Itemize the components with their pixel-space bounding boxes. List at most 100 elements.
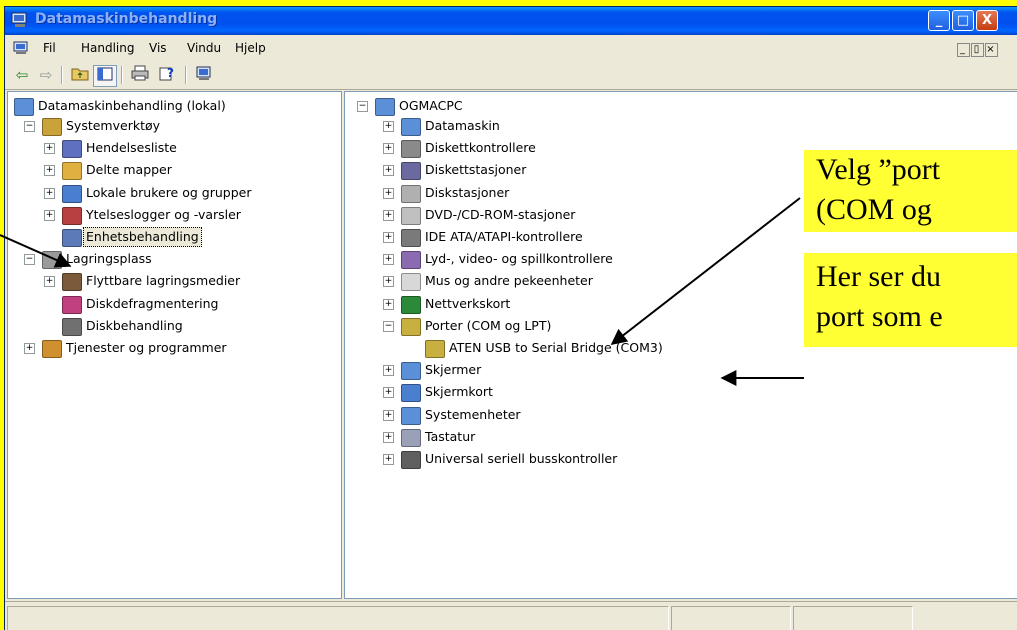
network-card-icon: [401, 296, 421, 314]
expand-icon[interactable]: +: [383, 365, 394, 376]
expand-icon[interactable]: +: [44, 276, 55, 287]
tree-node-label: Tjenester og programmer: [66, 340, 227, 355]
tree-node[interactable]: + Systemenheter: [345, 405, 1017, 425]
tree-node-label: Diskdefragmentering: [86, 296, 219, 311]
mouse-icon: [401, 273, 421, 291]
collapse-icon[interactable]: −: [24, 121, 35, 132]
tree-node-label: Tastatur: [425, 429, 476, 444]
tree-node[interactable]: + Skjermer: [345, 360, 1017, 380]
users-icon: [62, 185, 82, 203]
computer-management-icon: [11, 12, 27, 27]
close-button[interactable]: X: [976, 10, 998, 31]
expand-icon[interactable]: +: [383, 276, 394, 287]
menu-handling[interactable]: Handling: [81, 41, 135, 55]
svg-text:?: ?: [167, 66, 174, 80]
expand-icon[interactable]: +: [383, 210, 394, 221]
maximize-button[interactable]: □: [952, 10, 974, 31]
tree-node-label: Datamaskin: [425, 118, 500, 133]
tree-node-label: Universal seriell busskontroller: [425, 451, 618, 466]
monitor-icon: [401, 362, 421, 380]
system-devices-icon: [401, 407, 421, 425]
tree-node-label: Diskettstasjoner: [425, 162, 527, 177]
removable-media-icon: [62, 273, 82, 291]
performance-icon: [62, 207, 82, 225]
expand-icon[interactable]: +: [44, 210, 55, 221]
shared-folders-icon: [62, 162, 82, 180]
tree-node[interactable]: + Tastatur: [345, 427, 1017, 447]
expand-icon[interactable]: +: [44, 188, 55, 199]
tree-node-label: Nettverkskort: [425, 296, 511, 311]
menu-bar: Fil Handling Vis Vindu Hjelp _ ▯ ×: [5, 37, 1017, 61]
display-adapter-icon: [401, 384, 421, 402]
mdi-minimize-button[interactable]: _: [957, 43, 970, 57]
print-icon[interactable]: [129, 65, 151, 85]
console-tree-pane[interactable]: Datamaskinbehandling (lokal) − Systemverkt…: [7, 91, 342, 599]
tree-node-label: Lokale brukere og grupper: [86, 185, 252, 200]
mdi-close-button[interactable]: ×: [985, 43, 998, 57]
services-icon: [42, 340, 62, 358]
toolbar: ⇦ ⇨ ?: [5, 61, 1017, 90]
expand-icon[interactable]: +: [383, 121, 394, 132]
computer-icon: [401, 118, 421, 136]
expand-icon[interactable]: +: [24, 343, 35, 354]
tree-node-label: Porter (COM og LPT): [425, 318, 552, 333]
toolbar-separator: [61, 66, 63, 84]
system-menu-icon[interactable]: [13, 41, 29, 55]
title-bar[interactable]: Datamaskinbehandling _ □ X: [5, 7, 1017, 35]
expand-icon[interactable]: +: [383, 299, 394, 310]
tree-node-label: ATEN USB to Serial Bridge (COM3): [449, 340, 663, 355]
callout-line: Velg ”port: [816, 153, 941, 186]
floppy-drive-icon: [401, 162, 421, 180]
tree-node[interactable]: + Skjermkort: [345, 382, 1017, 402]
floppy-controller-icon: [401, 140, 421, 158]
expand-icon[interactable]: +: [44, 165, 55, 176]
help-icon[interactable]: ?: [157, 65, 179, 85]
expand-icon[interactable]: +: [383, 165, 394, 176]
collapse-icon[interactable]: −: [24, 254, 35, 265]
collapse-icon[interactable]: −: [357, 101, 368, 112]
toolbar-separator: [185, 66, 187, 84]
minimize-button[interactable]: _: [928, 10, 950, 31]
back-arrow-icon[interactable]: ⇦: [11, 65, 33, 85]
event-viewer-icon: [62, 140, 82, 158]
tree-node-label: Mus og andre pekeenheter: [425, 273, 593, 288]
expand-icon[interactable]: +: [383, 143, 394, 154]
status-cell: [671, 606, 791, 630]
tree-node[interactable]: + Datamaskin: [345, 116, 1017, 136]
expand-icon[interactable]: +: [383, 410, 394, 421]
status-bar: [5, 601, 1017, 630]
expand-icon[interactable]: +: [44, 143, 55, 154]
tree-root-ogmacpc[interactable]: − OGMACPC: [345, 96, 1017, 116]
tree-node-label: Skjermer: [425, 362, 482, 377]
up-folder-icon[interactable]: [69, 65, 91, 85]
toolbar-separator: [121, 66, 123, 84]
device-manager-icon: [62, 229, 82, 247]
expand-icon[interactable]: +: [383, 254, 394, 265]
tree-node-label: Diskstasjoner: [425, 185, 510, 200]
tools-icon: [42, 118, 62, 136]
tree-node[interactable]: + Universal seriell busskontroller: [345, 449, 1017, 469]
menu-hjelp[interactable]: Hjelp: [235, 41, 266, 55]
tree-node-label: Lyd-, video- og spillkontrollere: [425, 251, 613, 266]
expand-icon[interactable]: +: [383, 432, 394, 443]
defrag-icon: [62, 296, 82, 314]
tree-node-label: OGMACPC: [399, 98, 463, 113]
menu-fil[interactable]: Fil: [43, 41, 56, 55]
mdi-restore-button[interactable]: ▯: [971, 43, 984, 57]
collapse-icon[interactable]: −: [383, 321, 394, 332]
show-hide-tree-icon[interactable]: [93, 65, 117, 87]
tree-node-label: Hendelsesliste: [86, 140, 177, 155]
tree-node-label: DVD-/CD-ROM-stasjoner: [425, 207, 576, 222]
computer-icon: [375, 98, 395, 116]
sound-icon: [401, 251, 421, 269]
expand-icon[interactable]: +: [383, 232, 394, 243]
forward-arrow-icon[interactable]: ⇨: [35, 65, 57, 85]
expand-icon[interactable]: +: [383, 188, 394, 199]
expand-icon[interactable]: +: [383, 387, 394, 398]
tree-node-label: IDE ATA/ATAPI-kontrollere: [425, 229, 583, 244]
tree-node-label: Skjermkort: [425, 384, 493, 399]
menu-vindu[interactable]: Vindu: [187, 41, 221, 55]
menu-vis[interactable]: Vis: [149, 41, 167, 55]
properties-icon[interactable]: [193, 65, 215, 85]
expand-icon[interactable]: +: [383, 454, 394, 465]
